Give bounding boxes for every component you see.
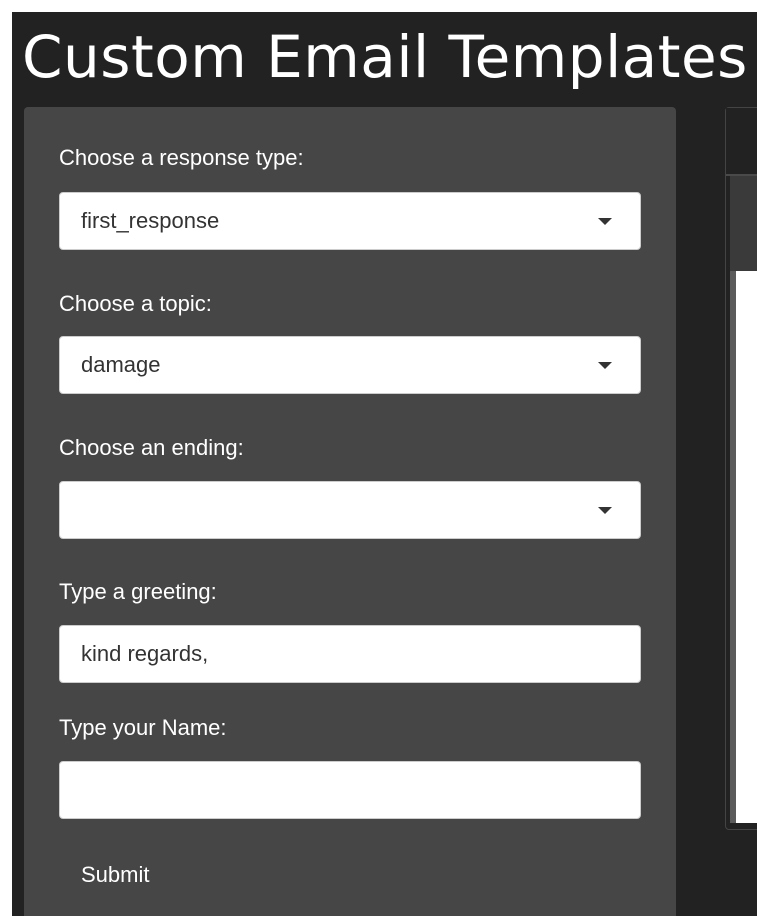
caret-down-icon — [598, 507, 612, 514]
sidebar-form: Choose a response type: first_response C… — [24, 107, 676, 916]
output-panel-toolbar — [730, 176, 757, 271]
topic-select[interactable]: damage — [59, 336, 641, 394]
submit-button[interactable]: Submit — [59, 847, 171, 903]
greeting-input[interactable] — [59, 625, 641, 683]
response-type-value: first_response — [81, 208, 220, 233]
response-type-label: Choose a response type: — [59, 145, 304, 170]
ending-label: Choose an ending: — [59, 435, 244, 460]
ending-select[interactable] — [59, 481, 641, 539]
caret-down-icon — [598, 218, 612, 225]
topic-label: Choose a topic: — [59, 291, 212, 316]
greeting-label: Type a greeting: — [59, 579, 217, 604]
response-type-select[interactable]: first_response — [59, 192, 641, 250]
topic-value: damage — [81, 352, 161, 377]
output-panel-body — [730, 271, 757, 823]
name-input[interactable] — [59, 761, 641, 819]
caret-down-icon — [598, 362, 612, 369]
name-label: Type your Name: — [59, 715, 227, 740]
app-window: Custom Email Templates Choose a response… — [12, 12, 757, 916]
output-panel-header — [726, 108, 757, 176]
output-panel — [725, 107, 757, 830]
page-title: Custom Email Templates — [22, 23, 748, 91]
